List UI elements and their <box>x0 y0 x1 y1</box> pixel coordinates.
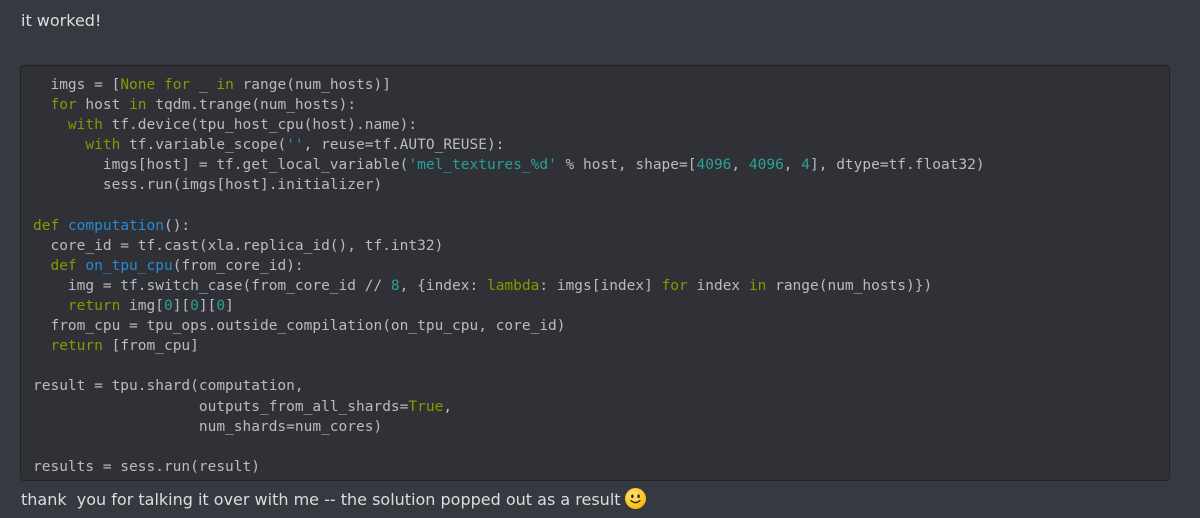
code-line: num_shards=num_cores) <box>33 418 383 435</box>
slightly-smiling-face-icon <box>624 488 646 509</box>
code-line: imgs[host] = tf.get_local_variable('mel_… <box>33 157 985 174</box>
code-line: return [from_cpu] <box>50 338 199 355</box>
code-line: return img[0][0][0] <box>67 298 234 315</box>
code-line: from_cpu = tpu_ops.outside_compilation(o… <box>33 318 566 335</box>
code-line: outputs_from_all_shards=True, <box>33 398 453 415</box>
code-line: def computation(): <box>33 217 191 234</box>
message-text-2-content: thank you for talking it over with me --… <box>21 490 621 509</box>
code-line: core_id = tf.cast(xla.replica_id(), tf.i… <box>33 237 444 254</box>
code-line: sess.run(imgs[host].initializer) <box>33 177 383 194</box>
code-line: with tf.device(tpu_host_cpu(host).name): <box>67 117 418 134</box>
code-line: result = tpu.shard(computation, <box>33 378 304 395</box>
code-line: img = tf.switch_case(from_core_id // 8, … <box>33 277 933 294</box>
message-text-1: it worked! <box>21 11 102 30</box>
code-content[interactable]: imgs = [None for _ in range(num_hosts)] … <box>33 75 985 477</box>
code-line: with tf.variable_scope('', reuse=tf.AUTO… <box>85 137 505 154</box>
code-line: results = sess.run(result) <box>33 458 260 475</box>
code-line: def on_tpu_cpu(from_core_id): <box>50 257 304 274</box>
message-text-2: thank you for talking it over with me --… <box>21 488 646 511</box>
code-line: for host in tqdm.trange(num_hosts): <box>50 97 357 114</box>
code-block[interactable]: imgs = [None for _ in range(num_hosts)] … <box>20 65 1170 481</box>
code-line: imgs = [None for _ in range(num_hosts)] <box>33 77 391 93</box>
